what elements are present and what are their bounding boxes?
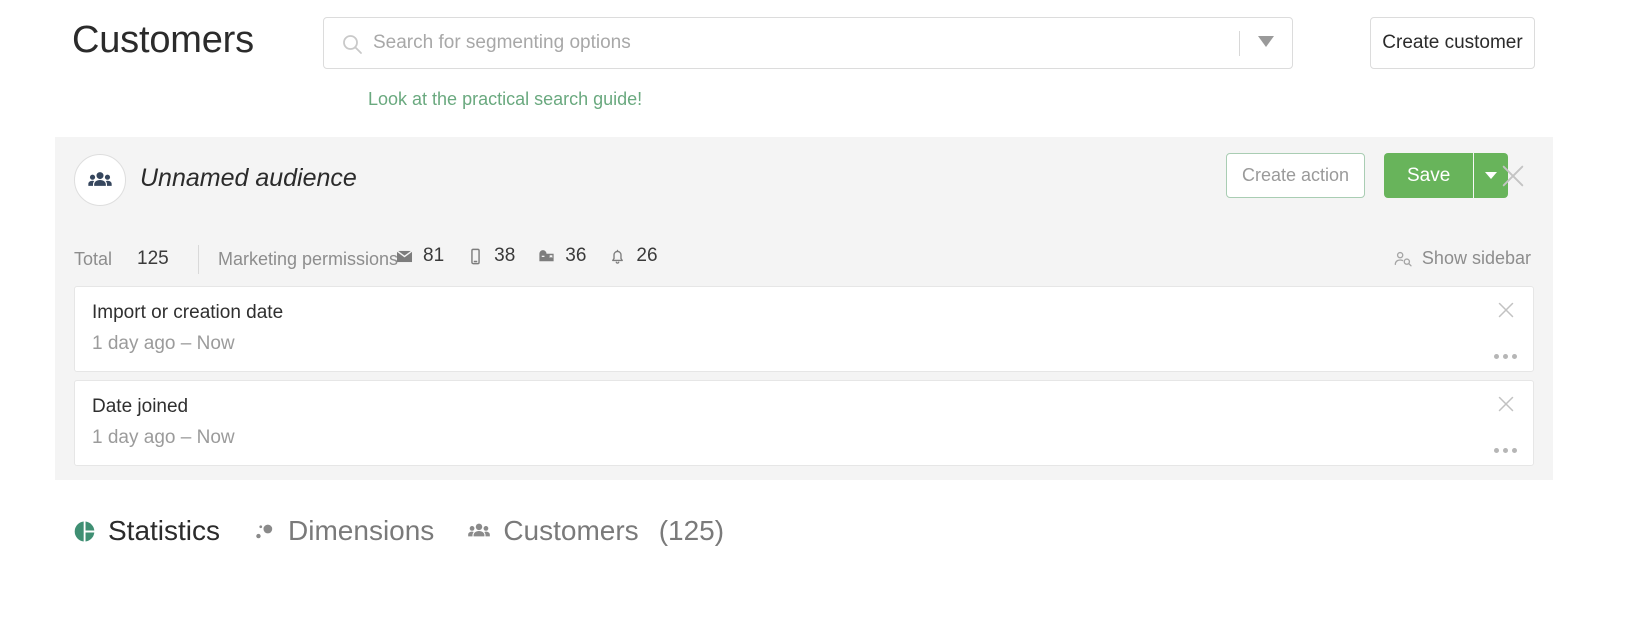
audience-name: Unnamed audience (140, 164, 357, 192)
permission-mobile-value: 38 (494, 245, 516, 266)
ellipsis-icon[interactable] (1494, 354, 1517, 359)
tab-dimensions[interactable]: Dimensions (252, 515, 434, 547)
permission-postal-value: 36 (565, 245, 587, 266)
permission-mobile: 38 (466, 245, 515, 267)
search-bar[interactable] (323, 17, 1293, 69)
show-sidebar-label: Show sidebar (1421, 248, 1531, 268)
tab-statistics-label: Statistics (108, 515, 221, 546)
filter-range-dash: – (175, 333, 197, 354)
filter-range-dash: – (175, 427, 197, 448)
search-input[interactable] (371, 18, 1241, 68)
chevron-down-icon (1485, 172, 1498, 179)
permission-notification: 26 (608, 245, 658, 267)
total-label: Total (74, 249, 113, 269)
mobile-phone-icon (466, 247, 485, 266)
show-sidebar-button[interactable]: Show sidebar (1393, 248, 1531, 269)
close-icon[interactable] (1497, 160, 1529, 192)
audience-panel: Unnamed audience Create action Save Tota… (55, 137, 1553, 480)
filter-card[interactable]: Import or creation date 1 day ago – Now (74, 286, 1534, 372)
total-value: 125 (137, 248, 169, 269)
search-divider (1239, 31, 1240, 56)
envelope-icon (395, 247, 414, 266)
people-group-icon (466, 518, 492, 544)
customers-page: Customers Create customer Look at the pr… (0, 0, 1632, 617)
permission-email-value: 81 (423, 245, 445, 266)
filter-range-from: 1 day ago (92, 333, 176, 354)
filter-title: Date joined (92, 396, 189, 417)
ellipsis-icon[interactable] (1494, 448, 1517, 453)
tab-customers-label: Customers (503, 515, 639, 546)
filter-range-to: Now (196, 333, 235, 354)
close-icon[interactable] (1493, 297, 1519, 323)
marketing-permission-counts: 81 38 36 26 (395, 245, 658, 267)
filter-range: 1 day ago – Now (92, 333, 235, 355)
close-icon[interactable] (1493, 391, 1519, 417)
filter-card[interactable]: Date joined 1 day ago – Now (74, 380, 1534, 466)
marketing-permissions-label: Marketing permissions (218, 249, 399, 269)
permission-email: 81 (395, 245, 444, 267)
search-icon (340, 32, 364, 56)
create-action-button[interactable]: Create action (1226, 153, 1365, 198)
content-tabs: Statistics Dimensions Customers (125) (72, 515, 724, 547)
tab-customers-count: (125) (658, 515, 725, 546)
tab-customers[interactable]: Customers (125) (466, 515, 724, 547)
filter-title: Import or creation date (92, 302, 284, 323)
pie-chart-icon (72, 519, 97, 544)
save-button[interactable]: Save (1384, 153, 1474, 198)
save-button-group: Save (1384, 153, 1509, 198)
create-customer-button[interactable]: Create customer (1370, 17, 1535, 69)
filter-card-list: Import or creation date 1 day ago – Now … (74, 286, 1534, 474)
filter-range-from: 1 day ago (92, 427, 176, 448)
tab-dimensions-label: Dimensions (288, 515, 435, 546)
audience-header: Unnamed audience Create action Save (55, 137, 1553, 237)
page-title: Customers (72, 19, 254, 61)
mailbox-icon (537, 247, 556, 266)
permission-postal: 36 (537, 245, 586, 267)
tab-statistics[interactable]: Statistics (72, 515, 220, 547)
user-search-icon (1393, 249, 1413, 269)
stats-divider (198, 245, 199, 274)
audience-stats-row: Total 125 Marketing permissions 81 38 36… (55, 237, 1553, 284)
filter-range: 1 day ago – Now (92, 427, 235, 449)
search-guide-link[interactable]: Look at the practical search guide! (368, 89, 642, 110)
filter-range-to: Now (196, 427, 235, 448)
top-bar: Customers Create customer Look at the pr… (0, 0, 1632, 109)
scatter-dots-icon (252, 519, 277, 544)
avatar (74, 154, 126, 206)
bell-icon (608, 247, 627, 266)
chevron-down-icon[interactable] (1258, 36, 1274, 47)
permission-notification-value: 26 (636, 245, 658, 266)
